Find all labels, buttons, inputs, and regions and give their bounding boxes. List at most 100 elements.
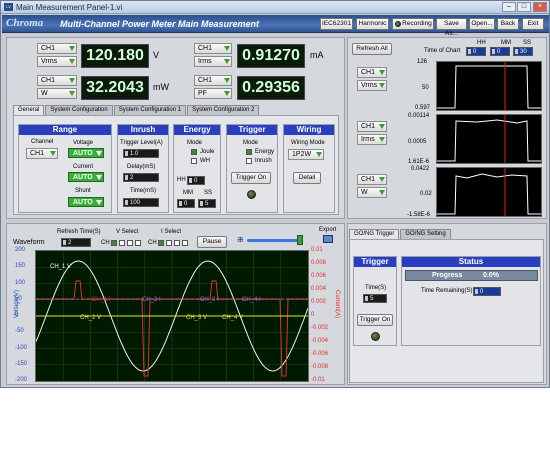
trigger-level-input[interactable]: 1.0 xyxy=(123,149,159,158)
export-icon[interactable] xyxy=(323,235,333,243)
chart-hh-input[interactable]: 0 xyxy=(466,47,486,56)
dropdown-arrow-icon xyxy=(50,151,56,156)
meter-4-channel-select[interactable]: CH1 xyxy=(194,75,232,86)
range-channel-select[interactable]: CH1 xyxy=(26,148,58,159)
trend-3-ymax: 0.0422 xyxy=(411,166,430,172)
chart-mm-input[interactable]: 0 xyxy=(490,47,510,56)
energy-ss-input[interactable]: 5 xyxy=(198,199,216,208)
y-right-tick: 0 xyxy=(311,312,315,318)
time-scale-slider-handle[interactable] xyxy=(297,235,303,245)
exit-button[interactable]: Exit xyxy=(522,18,544,30)
wiring-mode-select[interactable]: 1P2W xyxy=(288,149,324,160)
back-button[interactable]: Back xyxy=(497,18,519,30)
meter-1-param-select[interactable]: Vrms xyxy=(37,56,77,67)
voltage-range-select[interactable]: AUTO xyxy=(68,148,104,158)
zoom-in-icon[interactable]: ⊕ xyxy=(237,235,244,244)
save-as-button[interactable]: Save As... xyxy=(436,18,467,37)
recording-button[interactable]: Recording xyxy=(392,18,434,30)
dropdown-arrow-icon xyxy=(69,59,75,64)
joule-checkbox[interactable] xyxy=(191,149,197,155)
energy-hh-input[interactable]: 0 xyxy=(187,176,205,185)
inrush-trigger-checkbox[interactable] xyxy=(246,158,252,164)
meter-1-channel-select[interactable]: CH1 xyxy=(37,43,77,54)
progress-value: 0.0% xyxy=(483,272,499,279)
trend-3-param-select[interactable]: W xyxy=(357,187,387,198)
delay-input[interactable]: 2 xyxy=(123,173,159,182)
refresh-time-input[interactable]: 2 xyxy=(61,238,91,247)
trend-chart-vrms-svg xyxy=(437,62,541,110)
y-right-tick: 0.002 xyxy=(311,299,327,305)
i-select-ch2-checkbox[interactable] xyxy=(166,240,172,246)
meter-1-unit: V xyxy=(153,50,160,60)
meter-3-param-select[interactable]: W xyxy=(37,88,77,99)
shunt-range-select[interactable]: AUTO xyxy=(68,197,104,207)
meter-1-value: 120.180 xyxy=(81,44,149,68)
app-title: Multi-Channel Power Meter Main Measureme… xyxy=(60,19,260,29)
pause-button[interactable]: Pause xyxy=(197,236,227,248)
tab-system-configuration[interactable]: System Configuration xyxy=(45,105,113,115)
i-select-ch3-checkbox[interactable] xyxy=(174,240,180,246)
trend-2-channel-select[interactable]: CH1 xyxy=(357,121,387,132)
meter-3-value: 32.2043 xyxy=(81,76,149,100)
trace-label: CH_2 I xyxy=(142,297,161,303)
dropdown-arrow-icon xyxy=(224,59,230,64)
refresh-all-button[interactable]: Refresh All xyxy=(352,43,392,55)
main-window: LV Main Measurement Panel-1.vi – □ × Chr… xyxy=(0,0,550,388)
current-range-select[interactable]: AUTO xyxy=(68,172,104,182)
dropdown-arrow-icon xyxy=(224,91,230,96)
v-select-ch-label: CH xyxy=(101,240,110,246)
trend-3-channel-select[interactable]: CH1 xyxy=(357,174,387,185)
energy-mm-input[interactable]: 0 xyxy=(177,199,195,208)
chroma-logo: Chroma xyxy=(6,17,44,29)
recording-label: Recording xyxy=(402,20,432,27)
chart-ss-input[interactable]: 30 xyxy=(513,47,533,56)
iec62301-button[interactable]: IEC62301 xyxy=(320,18,353,30)
trace-label: CH_3 V xyxy=(186,315,207,321)
gonogo-trigger-on-button[interactable]: Trigger On xyxy=(357,314,393,326)
v-select-ch2-checkbox[interactable] xyxy=(119,240,125,246)
harmonic-button[interactable]: Harmonic xyxy=(356,18,389,30)
window-title: Main Measurement Panel-1.vi xyxy=(16,2,123,12)
trigger-on-button[interactable]: Trigger On xyxy=(231,172,271,184)
y-left-tick: -150 xyxy=(15,360,28,367)
i-select-ch4-checkbox[interactable] xyxy=(182,240,188,246)
trend-3-ymid: 0.02 xyxy=(420,191,432,197)
trace-label: CH_1 V xyxy=(50,264,71,270)
tab-general[interactable]: General xyxy=(13,105,45,115)
meter-2-param-select[interactable]: Irms xyxy=(194,56,232,67)
meter-2-value: 0.91270 xyxy=(237,44,305,68)
open-button[interactable]: Open... xyxy=(469,18,495,30)
hh-label: HH xyxy=(177,177,186,183)
i-select-ch1-checkbox[interactable] xyxy=(158,240,164,246)
close-button[interactable]: × xyxy=(533,2,547,12)
app-header: Chroma Multi-Channel Power Meter Main Me… xyxy=(2,15,549,37)
time-scale-slider[interactable] xyxy=(247,239,303,242)
trace-label: CH_3 I xyxy=(200,297,219,303)
v-select-label: V Select xyxy=(116,229,139,235)
detail-button[interactable]: Detail xyxy=(293,172,321,184)
tab-system-configuration-2[interactable]: System Configuration 2 xyxy=(187,105,260,115)
energy-mode-label: Mode xyxy=(187,140,203,146)
inrush-time-input[interactable]: 100 xyxy=(123,198,159,207)
trend-1-param-select[interactable]: Vrms xyxy=(357,80,387,91)
y-right-tick: -0.006 xyxy=(311,351,329,357)
tab-gonogo-setting[interactable]: GO/NG Setting xyxy=(400,229,451,239)
trend-1-channel-select[interactable]: CH1 xyxy=(357,67,387,78)
trend-2-param-select[interactable]: Irms xyxy=(357,134,387,145)
v-select-ch4-checkbox[interactable] xyxy=(135,240,141,246)
status-title: Status xyxy=(402,257,540,267)
wh-checkbox[interactable] xyxy=(191,158,197,164)
tab-gonogo-trigger[interactable]: GO/NG Trigger xyxy=(349,229,400,239)
meter-2-channel-select[interactable]: CH1 xyxy=(194,43,232,54)
energy-trigger-checkbox[interactable] xyxy=(246,149,252,155)
meter-3-channel-select[interactable]: CH1 xyxy=(37,75,77,86)
maximize-button[interactable]: □ xyxy=(517,2,531,12)
y-left-tick: 0 xyxy=(15,312,19,318)
v-select-ch1-checkbox[interactable] xyxy=(111,240,117,246)
minimize-button[interactable]: – xyxy=(502,2,516,12)
tab-system-configuration-1[interactable]: System Configuration 1 xyxy=(113,105,187,115)
trigger-mode-label: Mode xyxy=(243,140,259,146)
gonogo-time-input[interactable]: 5 xyxy=(363,294,387,303)
v-select-ch3-checkbox[interactable] xyxy=(127,240,133,246)
meter-4-param-select[interactable]: PF xyxy=(194,88,232,99)
